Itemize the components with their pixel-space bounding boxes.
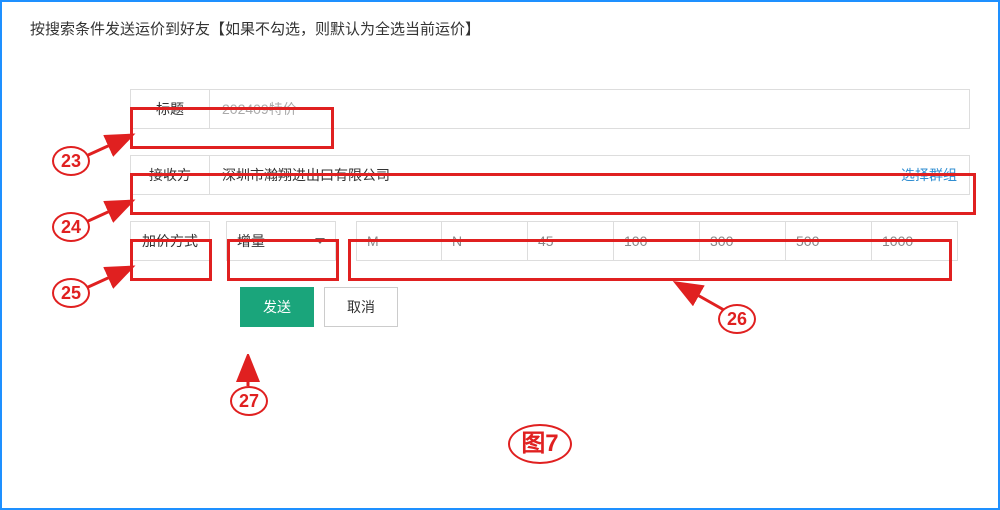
recipient-label: 接收方 <box>130 155 210 195</box>
figure-label: 图7 <box>508 424 572 464</box>
tier-cell-100[interactable]: 100 <box>614 221 700 261</box>
cancel-button[interactable]: 取消 <box>324 287 398 327</box>
recipient-value: 深圳市瀚翔进出口有限公司 <box>222 165 390 185</box>
button-row: 发送 取消 <box>240 287 970 327</box>
annotation-27: 27 <box>230 386 268 416</box>
markup-select[interactable]: 增量 <box>226 221 336 261</box>
markup-row: 加价方式 增量 M N 45 100 300 500 1000 <box>30 221 970 261</box>
chevron-down-icon <box>315 238 325 244</box>
recipient-input[interactable]: 深圳市瀚翔进出口有限公司 选择群组 <box>210 155 970 195</box>
tier-cell-45[interactable]: 45 <box>528 221 614 261</box>
tier-cell-1000[interactable]: 1000 <box>872 221 958 261</box>
tier-grid: M N 45 100 300 500 1000 <box>356 221 958 261</box>
markup-label: 加价方式 <box>130 221 210 261</box>
arrow-27 <box>230 354 266 390</box>
form-area: 标题 202409特价 接收方 深圳市瀚翔进出口有限公司 选择群组 加价方式 增… <box>2 49 998 347</box>
send-button[interactable]: 发送 <box>240 287 314 327</box>
markup-select-value: 增量 <box>237 231 265 251</box>
title-label: 标题 <box>130 89 210 129</box>
select-group-link[interactable]: 选择群组 <box>901 165 957 185</box>
title-row: 标题 202409特价 <box>30 89 970 129</box>
recipient-row: 接收方 深圳市瀚翔进出口有限公司 选择群组 <box>30 155 970 195</box>
title-input[interactable]: 202409特价 <box>210 89 970 129</box>
tier-cell-n[interactable]: N <box>442 221 528 261</box>
dialog-frame: 按搜索条件发送运价到好友【如果不勾选，则默认为全选当前运价】 标题 202409… <box>0 0 1000 510</box>
dialog-title: 按搜索条件发送运价到好友【如果不勾选，则默认为全选当前运价】 <box>2 2 998 49</box>
tier-cell-500[interactable]: 500 <box>786 221 872 261</box>
tier-cell-m[interactable]: M <box>356 221 442 261</box>
tier-cell-300[interactable]: 300 <box>700 221 786 261</box>
